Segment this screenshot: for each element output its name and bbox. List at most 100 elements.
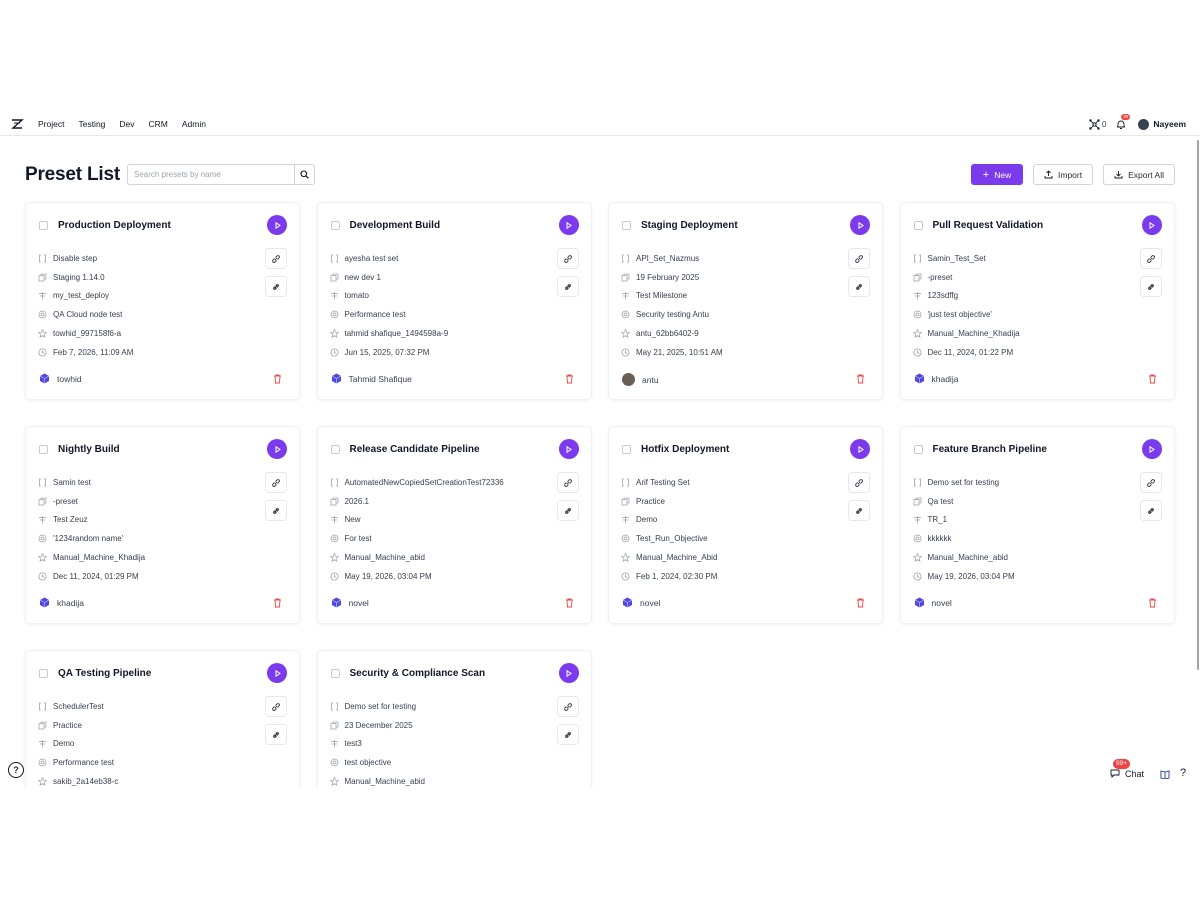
attach-link-button[interactable] <box>556 724 579 745</box>
preset-field: ayesha test set <box>330 249 449 268</box>
nodes-icon[interactable] <box>1089 118 1100 130</box>
preset-select-checkbox[interactable] <box>39 445 48 454</box>
run-preset-button[interactable] <box>558 663 579 683</box>
milestone-icon <box>330 516 338 524</box>
run-preset-button[interactable] <box>1141 439 1162 459</box>
preset-card[interactable]: Pull Request Validation Samin_Test_Set -… <box>899 202 1175 400</box>
preset-field: sakib_2a14eb38-c <box>38 772 118 787</box>
preset-card[interactable]: QA Testing Pipeline SchedulerTest Practi… <box>25 650 300 787</box>
preset-select-checkbox[interactable] <box>913 445 923 454</box>
preset-field: Qa test <box>913 492 1015 511</box>
export-all-button[interactable]: Export All <box>1103 164 1175 185</box>
user-avatar[interactable] <box>1138 118 1150 130</box>
preset-field-value: Samin test <box>53 477 91 487</box>
preset-field-value: Feb 7, 2026, 11:09 AM <box>53 347 134 357</box>
delete-trash-icon[interactable] <box>273 598 282 608</box>
copy-link-button[interactable] <box>848 248 870 269</box>
brackets-icon <box>913 478 921 487</box>
copy-link-button[interactable] <box>1139 472 1162 493</box>
target-icon <box>621 310 630 319</box>
clock-icon <box>621 572 630 581</box>
chain-link-icon <box>1147 507 1154 514</box>
preset-field: Disable step <box>38 249 133 268</box>
delete-trash-icon[interactable] <box>273 374 282 384</box>
support-question-icon[interactable]: ? <box>1180 767 1186 779</box>
download-icon <box>1114 171 1123 179</box>
run-preset-button[interactable] <box>850 439 870 459</box>
preset-field-value: ayesha test set <box>344 253 399 263</box>
run-preset-button[interactable] <box>267 215 287 235</box>
preset-field-value: Samin_Test_Set <box>927 253 986 263</box>
nav-item-admin[interactable]: Admin <box>182 119 206 129</box>
preset-select-checkbox[interactable] <box>622 445 631 454</box>
attach-link-button[interactable] <box>556 500 579 521</box>
preset-card[interactable]: Security & Compliance Scan Demo set for … <box>316 650 592 787</box>
delete-trash-icon[interactable] <box>565 374 574 384</box>
nav-item-project[interactable]: Project <box>38 119 64 129</box>
nav-item-crm[interactable]: CRM <box>149 119 168 129</box>
user-name[interactable]: Nayeem <box>1153 119 1186 129</box>
preset-select-checkbox[interactable] <box>622 221 631 230</box>
nav-item-testing[interactable]: Testing <box>78 119 105 129</box>
chain-link-icon <box>273 507 279 514</box>
run-preset-button[interactable] <box>558 439 579 459</box>
copy-link-button[interactable] <box>848 472 870 493</box>
run-preset-button[interactable] <box>558 215 579 235</box>
attach-link-button[interactable] <box>556 276 579 297</box>
attach-link-button[interactable] <box>265 724 287 745</box>
cube-avatar-icon <box>39 597 50 608</box>
attach-link-button[interactable] <box>1139 500 1162 521</box>
nav-item-dev[interactable]: Dev <box>119 119 134 129</box>
attach-link-button[interactable] <box>1139 276 1162 297</box>
chat-button[interactable]: Chat <box>1110 768 1144 779</box>
preset-select-checkbox[interactable] <box>39 221 48 230</box>
preset-field-value: tomato <box>344 291 369 301</box>
attach-link-button[interactable] <box>848 500 870 521</box>
search-button[interactable] <box>294 165 314 184</box>
delete-trash-icon[interactable] <box>565 598 574 608</box>
copy-link-button[interactable] <box>265 472 287 493</box>
copy-link-button[interactable] <box>556 696 579 717</box>
preset-select-checkbox[interactable] <box>330 669 340 678</box>
preset-card[interactable]: Development Build ayesha test set new de… <box>316 202 592 400</box>
docs-book-icon[interactable] <box>1160 770 1170 779</box>
preset-card[interactable]: Hotfix Deployment Arif Testing Set Pract… <box>608 426 883 624</box>
preset-card[interactable]: Production Deployment Disable step Stagi… <box>25 202 300 400</box>
attach-link-button[interactable] <box>265 276 287 297</box>
app-logo-icon[interactable] <box>10 117 24 131</box>
copy-link-button[interactable] <box>265 248 287 269</box>
notifications-button[interactable]: 99 <box>1116 114 1131 131</box>
copy-link-button[interactable] <box>265 696 287 717</box>
run-preset-button[interactable] <box>267 663 287 683</box>
copy-icon <box>330 273 338 282</box>
preset-card[interactable]: Release Candidate Pipeline AutomatedNewC… <box>316 426 592 624</box>
attach-link-button[interactable] <box>848 276 870 297</box>
delete-trash-icon[interactable] <box>856 598 865 608</box>
run-preset-button[interactable] <box>850 215 870 235</box>
attach-link-button[interactable] <box>265 500 287 521</box>
preset-select-checkbox[interactable] <box>39 669 48 678</box>
copy-link-button[interactable] <box>556 472 579 493</box>
clock-icon <box>330 348 338 357</box>
search-input[interactable] <box>128 165 294 184</box>
copy-link-button[interactable] <box>556 248 579 269</box>
help-button[interactable]: ? <box>8 762 24 778</box>
node-count: 0 <box>1101 119 1107 129</box>
preset-select-checkbox[interactable] <box>913 221 923 230</box>
run-preset-button[interactable] <box>267 439 287 459</box>
preset-card[interactable]: Feature Branch Pipeline Demo set for tes… <box>899 426 1175 624</box>
delete-trash-icon[interactable] <box>1148 374 1157 384</box>
delete-trash-icon[interactable] <box>856 374 865 384</box>
preset-select-checkbox[interactable] <box>330 445 340 454</box>
new-preset-button[interactable]: + New <box>971 164 1023 185</box>
import-button[interactable]: Import <box>1033 164 1094 185</box>
preset-card[interactable]: Staging Deployment API_Set_Nazmus 19 Feb… <box>608 202 883 400</box>
run-preset-button[interactable] <box>1141 215 1162 235</box>
preset-select-checkbox[interactable] <box>330 221 340 230</box>
delete-trash-icon[interactable] <box>1148 598 1157 608</box>
export-button-label: Export All <box>1128 169 1164 180</box>
preset-field-value: Demo <box>53 739 75 749</box>
copy-link-button[interactable] <box>1139 248 1162 269</box>
preset-card[interactable]: Nightly Build Samin test -preset Test Ze… <box>25 426 300 624</box>
scrollbar-thumb[interactable] <box>1197 140 1199 670</box>
